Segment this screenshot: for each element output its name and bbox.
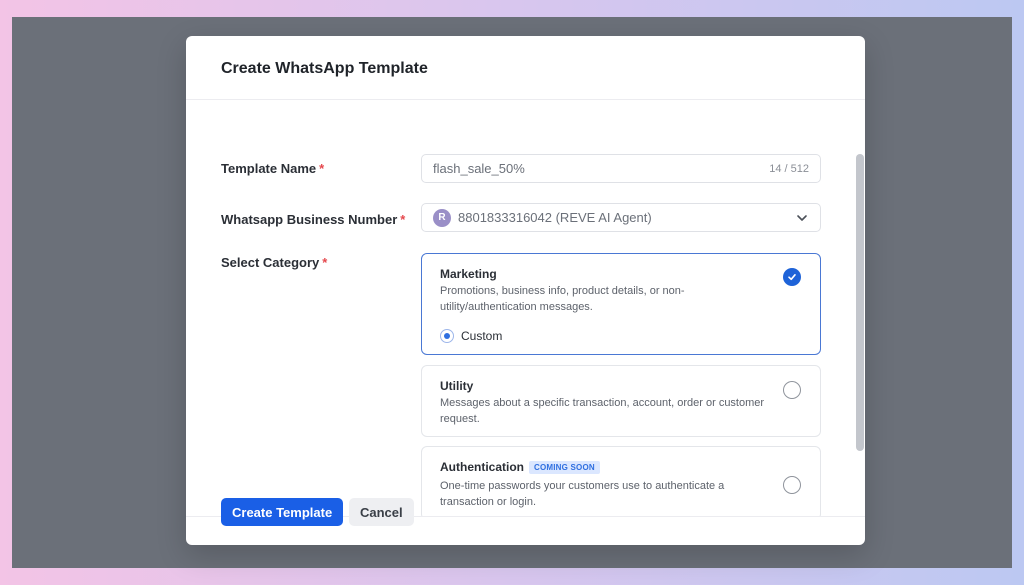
- authentication-description: One-time passwords your customers use to…: [440, 480, 725, 508]
- business-number-select[interactable]: R 8801833316042 (REVE AI Agent): [421, 203, 821, 232]
- radio-selected-icon: [440, 329, 454, 343]
- required-mark: *: [322, 255, 328, 270]
- category-option-utility[interactable]: Utility Messages about a specific transa…: [421, 365, 821, 437]
- selected-check-icon: [783, 268, 801, 286]
- template-name-label: Template Name *: [221, 161, 324, 176]
- cancel-button[interactable]: Cancel: [349, 498, 414, 526]
- create-template-button[interactable]: Create Template: [221, 498, 344, 526]
- required-mark: *: [319, 161, 325, 176]
- required-mark: *: [400, 212, 406, 227]
- chevron-down-icon: [797, 214, 807, 221]
- authentication-title-row: Authentication COMING SOON: [440, 460, 802, 474]
- create-template-dialog: Create WhatsApp Template Template Name * …: [186, 36, 865, 545]
- template-name-input[interactable]: flash_sale_50% 14 / 512: [421, 154, 821, 183]
- radio-unselected-icon: [783, 476, 801, 494]
- category-label-text: Select Category: [221, 255, 320, 270]
- business-number-label-text: Whatsapp Business Number: [221, 212, 398, 227]
- utility-title: Utility: [440, 379, 474, 393]
- dialog-body: Template Name * flash_sale_50% 14 / 512 W…: [186, 101, 865, 516]
- authentication-title: Authentication: [440, 460, 524, 474]
- coming-soon-badge: COMING SOON: [529, 460, 600, 474]
- marketing-title: Marketing: [440, 267, 497, 281]
- custom-label: Custom: [461, 329, 503, 343]
- utility-description: Messages about a specific transaction, a…: [440, 397, 765, 425]
- business-number-label: Whatsapp Business Number *: [221, 212, 405, 227]
- account-avatar: R: [433, 208, 451, 227]
- marketing-description: Promotions, business info, product detai…: [440, 285, 685, 313]
- category-option-authentication[interactable]: Authentication COMING SOON One-time pass…: [421, 446, 821, 516]
- category-option-marketing[interactable]: Marketing Promotions, business info, pro…: [421, 253, 821, 355]
- business-number-value: 8801833316042 (REVE AI Agent): [458, 210, 652, 225]
- template-name-value: flash_sale_50%: [433, 161, 525, 176]
- category-label: Select Category *: [221, 255, 327, 270]
- template-name-label-text: Template Name: [221, 161, 317, 176]
- dialog-title: Create WhatsApp Template: [221, 60, 428, 77]
- radio-unselected-icon: [783, 381, 801, 399]
- custom-sub-option[interactable]: Custom: [440, 329, 802, 343]
- dialog-header: Create WhatsApp Template: [186, 36, 865, 100]
- character-counter: 14 / 512: [769, 162, 809, 175]
- scrollbar-thumb[interactable]: [856, 154, 864, 451]
